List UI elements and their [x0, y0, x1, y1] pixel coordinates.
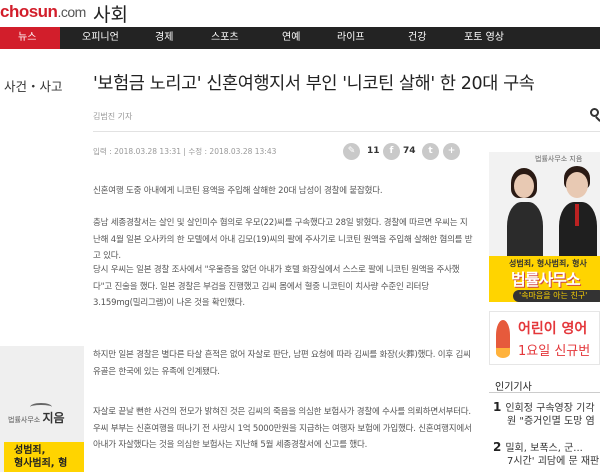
breadcrumb[interactable]: 사건・사고 [4, 76, 63, 95]
chosun-logo[interactable]: chosun.com [0, 2, 86, 22]
logo-main: chosun [0, 2, 58, 21]
popular-headline-cont: 원 "증거인멸 도망 염 [507, 416, 595, 427]
comment-count: 11 [367, 146, 380, 156]
article-paragraph: 당시 우씨는 일본 경찰 조사에서 "우울증을 앓던 아내가 호텔 화장실에서 … [93, 265, 460, 308]
right-ad-firm: 법률사무소 지음 [535, 155, 583, 163]
nav-item-economy[interactable]: 경제 [155, 27, 173, 49]
lawyer-face-2 [566, 172, 588, 198]
share-bar: ✎ 11 f 74 t + [343, 143, 463, 161]
popular-item[interactable]: 1 인회정 구속영장 기각 원 "증거인멸 도망 염 [493, 401, 595, 428]
tie-icon [575, 204, 579, 226]
rocket-icon [496, 320, 510, 350]
popular-headline: 밀회, 보폭스, 군... [505, 443, 583, 454]
article-byline[interactable]: 김범진 기자 [93, 111, 132, 122]
english-ad-line2: 1요일 신규번 [518, 344, 591, 359]
rocket-flame-icon [496, 348, 510, 358]
masthead: chosun.com 사회 [0, 0, 600, 27]
nav-item-health[interactable]: 건강 [408, 27, 426, 49]
right-ad-title: 법률사무소 [511, 270, 581, 289]
left-ad-yellow-copy: 성범죄, 형사범죄, 형 [14, 445, 68, 469]
lawyer-photo-1 [507, 202, 543, 262]
like-count: 74 [403, 146, 416, 156]
left-ad-firm-small: 법률사무소 [8, 416, 41, 424]
english-ad-banner[interactable]: 어린이 영어 1요일 신규번 [489, 311, 600, 365]
english-ad-line1: 어린이 영어 [518, 321, 588, 337]
article-paragraph: 충남 세종경찰서는 살인 및 살인미수 혐의로 우모(22)씨를 구속했다고 2… [93, 218, 473, 261]
left-ad-firm-big: 지음 [42, 411, 65, 425]
right-ad-banner[interactable]: 법률사무소 지음 성범죄, 형사범죄, 형사 법률사무소 '속마음을 아는 친구… [489, 152, 600, 302]
left-ad-firm: 법률사무소 지음 [8, 409, 65, 426]
nav-item-sports[interactable]: 스포츠 [211, 27, 239, 49]
popular-rank: 2 [493, 440, 502, 454]
popular-headline: 인회정 구속영장 기각 [505, 403, 595, 414]
twitter-icon[interactable]: t [422, 143, 439, 160]
article-paragraph: 하지만 일본 경찰은 별다른 타살 흔적은 없어 자살로 판단, 남편 요청에 … [93, 350, 471, 377]
lawyer-face-1 [514, 174, 534, 198]
article-paragraph: 자살로 끝날 뻔한 사건의 전모가 밝혀진 것은 김씨의 죽음을 의심한 보험사… [93, 407, 472, 450]
article-dates: 입력 : 2018.03.28 13:31 | 수정 : 2018.03.28 … [93, 147, 277, 156]
section-title[interactable]: 사회 [93, 0, 128, 27]
nav-item-opinion[interactable]: 오피니언 [82, 27, 119, 49]
nav-item-entertainment[interactable]: 연예 [282, 27, 300, 49]
nav-item-life[interactable]: 라이프 [337, 27, 365, 49]
facebook-icon[interactable]: f [383, 143, 400, 160]
logo-suffix: .com [57, 4, 86, 20]
search-icon[interactable] [590, 108, 600, 122]
popular-rank: 1 [493, 400, 502, 414]
right-ad-pill: '속마음을 아는 친구' [513, 290, 600, 302]
left-ad-yellow-text: 성범죄, 형사범죄, 형 [4, 442, 84, 472]
more-share-icon[interactable]: + [443, 143, 460, 160]
header-divider [93, 131, 600, 132]
popular-articles-title: 인기기사 [495, 382, 532, 393]
nav-item-photo-video[interactable]: 포토 영상 [464, 27, 504, 49]
popular-headline-cont: 7시간' 괴담에 문 재판 [507, 456, 600, 467]
comment-icon[interactable]: ✎ [343, 143, 360, 160]
article-headline: '보험금 노리고' 신혼여행지서 부인 '니코틴 살해' 한 20대 구속 [93, 74, 535, 94]
left-ad-banner[interactable]: 법률사무소 지음 성범죄, 형사범죄, 형 [0, 346, 84, 472]
main-nav: 뉴스 오피니언 경제 스포츠 연예 라이프 건강 포토 영상 [0, 27, 600, 49]
nav-item-news[interactable]: 뉴스 [0, 27, 60, 49]
popular-divider [489, 392, 600, 393]
popular-item[interactable]: 2 밀회, 보폭스, 군... 7시간' 괴담에 문 재판 [493, 441, 599, 468]
article-paragraph: 신혼여행 도중 아내에게 니코틴 용액을 주입해 살해한 20대 남성이 경찰에… [93, 186, 383, 196]
